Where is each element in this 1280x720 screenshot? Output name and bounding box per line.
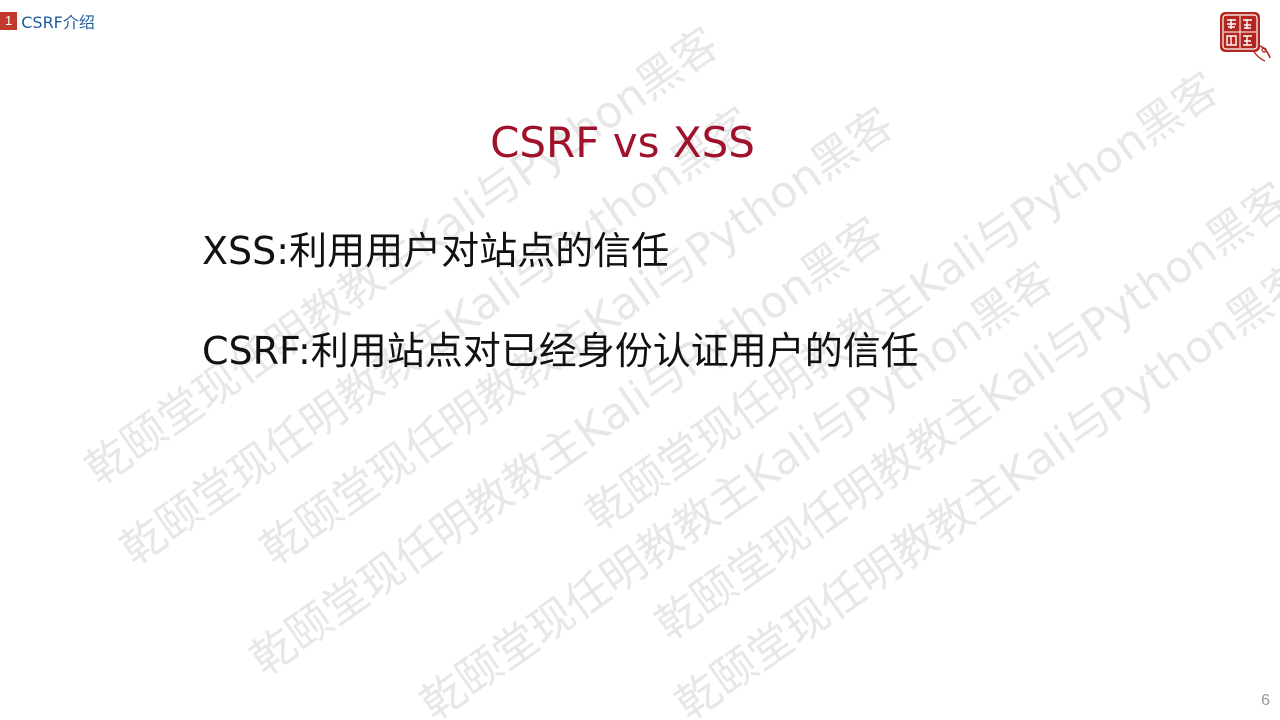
page-number: 6 — [1261, 692, 1270, 709]
section-tag: 1 CSRF介绍 — [0, 10, 95, 32]
watermark-text: 乾颐堂现任明教教主Kali与Python黑客 — [666, 253, 1280, 720]
slide: 乾颐堂现任明教教主Kali与Python黑客 乾颐堂现任明教教主Kali与Pyt… — [0, 0, 1280, 720]
section-number: 1 — [0, 12, 18, 30]
slide-title: CSRF vs XSS — [490, 118, 755, 167]
seal-logo-icon — [1214, 6, 1274, 66]
bullet-xss: XSS:利用用户对站点的信任 — [202, 229, 670, 273]
watermark-text: 乾颐堂现任明教教主Kali与Python黑客 — [646, 173, 1280, 651]
bullet-csrf: CSRF:利用站点对已经身份认证用户的信任 — [202, 329, 919, 373]
watermark-text: 乾颐堂现任明教教主Kali与Python黑客 — [411, 253, 1064, 720]
section-title: CSRF介绍 — [21, 13, 95, 32]
